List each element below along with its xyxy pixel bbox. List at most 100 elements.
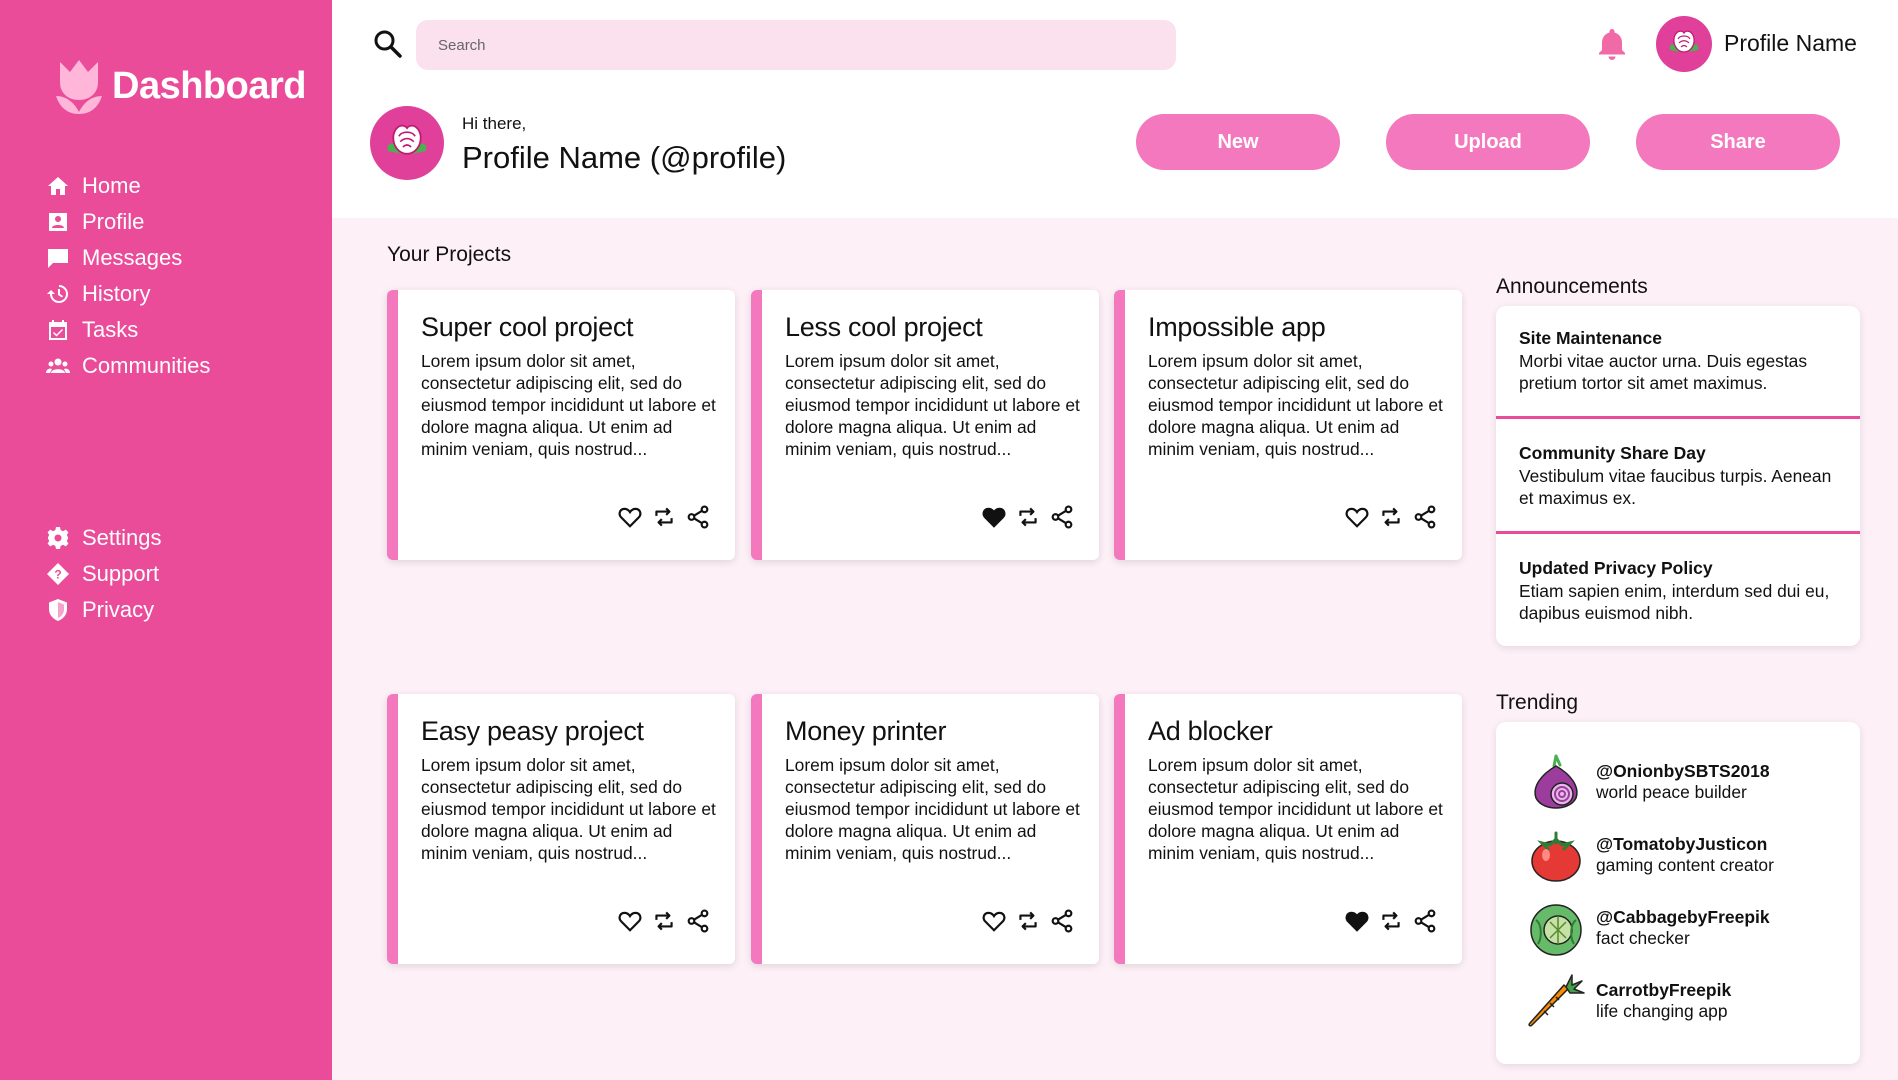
announcement-item[interactable]: Community Share Day Vestibulum vitae fau… — [1496, 421, 1860, 533]
project-title: Ad blocker — [1148, 716, 1273, 746]
repost-icon[interactable] — [1015, 908, 1041, 934]
brand[interactable]: Dashboard — [52, 56, 306, 116]
trending-text: CarrotbyFreepik life changing app — [1596, 980, 1731, 1022]
nav-item-messages[interactable]: Messages — [46, 240, 210, 276]
trending-desc: life changing app — [1596, 1001, 1728, 1021]
trending-handle: @TomatobyJusticon — [1596, 834, 1768, 854]
divider — [1496, 531, 1860, 534]
project-title: Money printer — [785, 716, 947, 746]
search-icon[interactable] — [372, 28, 404, 60]
new-button[interactable]: New — [1136, 114, 1340, 170]
project-card[interactable]: Easy peasy project Lorem ipsum dolor sit… — [387, 694, 735, 964]
nav-label: Privacy — [82, 597, 155, 622]
nav-label: Support — [82, 561, 160, 586]
project-card[interactable]: Impossible app Lorem ipsum dolor sit ame… — [1114, 290, 1462, 560]
trending-item[interactable]: @TomatobyJusticon gaming content creator — [1526, 825, 1774, 885]
sidebar: Dashboard Home Profile Messages History … — [0, 0, 332, 1080]
greeting-avatar — [370, 106, 444, 180]
repost-icon[interactable] — [1378, 504, 1404, 530]
avatar[interactable] — [1656, 16, 1712, 72]
nav-item-tasks[interactable]: Tasks — [46, 312, 210, 348]
profile-name[interactable]: Profile Name — [1724, 30, 1857, 57]
project-card[interactable]: Money printer Lorem ipsum dolor sit amet… — [751, 694, 1099, 964]
share-icon[interactable] — [685, 908, 711, 934]
nav-label: Communities — [82, 353, 211, 378]
trending-item[interactable]: CarrotbyFreepik life changing app — [1526, 971, 1731, 1031]
messages-icon — [48, 249, 68, 268]
project-card[interactable]: Less cool project Lorem ipsum dolor sit … — [751, 290, 1099, 560]
card-actions — [1344, 908, 1438, 934]
heart-filled-icon[interactable] — [981, 504, 1007, 530]
bell-icon[interactable] — [1594, 26, 1630, 62]
announcement-item[interactable]: Site Maintenance Morbi vitae auctor urna… — [1496, 306, 1860, 418]
nav-item-privacy[interactable]: Privacy — [46, 592, 162, 628]
project-card[interactable]: Ad blocker Lorem ipsum dolor sit amet, c… — [1114, 694, 1462, 964]
share-icon[interactable] — [1412, 504, 1438, 530]
header: Profile Name Hi there, Profile Name (@pr… — [332, 0, 1898, 218]
nav-item-settings[interactable]: Settings — [46, 520, 162, 556]
share-icon[interactable] — [1049, 504, 1075, 530]
card-actions — [1344, 504, 1438, 530]
announcement-title: Site Maintenance — [1519, 328, 1662, 348]
projects-title: Your Projects — [387, 243, 512, 266]
announcements-panel: Site Maintenance Morbi vitae auctor urna… — [1496, 306, 1860, 646]
heart-outline-icon[interactable] — [617, 908, 643, 934]
announcement-title: Updated Privacy Policy — [1519, 558, 1713, 578]
trending-title: Trending — [1496, 691, 1579, 714]
card-actions — [981, 504, 1075, 530]
project-description: Lorem ipsum dolor sit amet, consectetur … — [1148, 351, 1443, 459]
trending-handle: @CabbagebyFreepik — [1596, 907, 1770, 927]
share-icon[interactable] — [1412, 908, 1438, 934]
announcement-body: Etiam sapien enim, interdum sed dui eu, … — [1519, 581, 1830, 623]
announcement-body: Morbi vitae auctor urna. Duis egestas pr… — [1519, 351, 1808, 393]
trending-text: @TomatobyJusticon gaming content creator — [1596, 834, 1774, 876]
heart-outline-icon[interactable] — [617, 504, 643, 530]
project-title: Impossible app — [1148, 312, 1326, 342]
divider — [1496, 416, 1860, 419]
nav-label: Home — [82, 173, 141, 198]
cabbage-icon — [1530, 904, 1582, 956]
share-icon[interactable] — [1049, 908, 1075, 934]
project-card[interactable]: Super cool project Lorem ipsum dolor sit… — [387, 290, 735, 560]
share-button[interactable]: Share — [1636, 114, 1840, 170]
repost-icon[interactable] — [651, 504, 677, 530]
brand-title: Dashboard — [112, 64, 306, 107]
project-description: Lorem ipsum dolor sit amet, consectetur … — [1148, 755, 1443, 863]
project-title: Less cool project — [785, 312, 983, 342]
nav-item-support[interactable]: ? Support — [46, 556, 162, 592]
secondary-nav: Settings ? Support Privacy — [46, 520, 162, 628]
nav-item-profile[interactable]: Profile — [46, 204, 210, 240]
onion-icon — [1534, 754, 1578, 809]
trending-handle: CarrotbyFreepik — [1596, 980, 1732, 1000]
announcement-body: Vestibulum vitae faucibus turpis. Aenean… — [1519, 466, 1832, 508]
communities-icon — [46, 358, 70, 373]
trending-item[interactable]: @OnionbySBTS2018 world peace builder — [1526, 752, 1770, 812]
nav-label: Settings — [82, 525, 162, 550]
announcement-item[interactable]: Updated Privacy Policy Etiam sapien enim… — [1496, 536, 1860, 646]
search-input[interactable] — [416, 20, 1176, 70]
tasks-icon — [49, 320, 67, 340]
trending-text: @CabbagebyFreepik fact checker — [1596, 907, 1770, 949]
tomato-icon — [1531, 831, 1581, 882]
trending-item[interactable]: @CabbagebyFreepik fact checker — [1526, 898, 1770, 958]
nav-item-home[interactable]: Home — [46, 168, 210, 204]
announcements-title: Announcements — [1496, 275, 1648, 298]
nav-item-communities[interactable]: Communities — [46, 348, 210, 384]
nav-item-history[interactable]: History — [46, 276, 210, 312]
heart-outline-icon[interactable] — [981, 908, 1007, 934]
repost-icon[interactable] — [1378, 908, 1404, 934]
nav-label: Messages — [82, 245, 183, 270]
repost-icon[interactable] — [651, 908, 677, 934]
trending-text: @OnionbySBTS2018 world peace builder — [1596, 761, 1770, 803]
project-title: Easy peasy project — [421, 716, 644, 746]
gear-icon — [47, 527, 69, 549]
upload-button[interactable]: Upload — [1386, 114, 1590, 170]
heart-filled-icon[interactable] — [1344, 908, 1370, 934]
trending-desc: world peace builder — [1596, 782, 1747, 802]
heart-outline-icon[interactable] — [1344, 504, 1370, 530]
nav-label: History — [82, 281, 151, 306]
repost-icon[interactable] — [1015, 504, 1041, 530]
announcement-title: Community Share Day — [1519, 443, 1706, 463]
share-icon[interactable] — [685, 504, 711, 530]
rose-icon — [387, 124, 427, 155]
